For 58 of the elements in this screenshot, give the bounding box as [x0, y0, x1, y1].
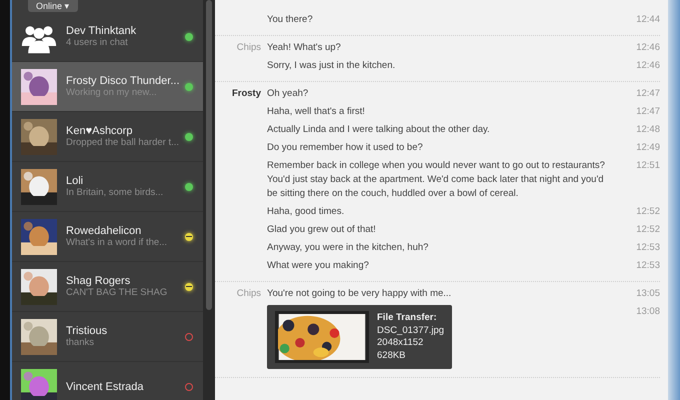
sender-name: Frosty — [232, 88, 261, 99]
message-text: You there? — [267, 14, 313, 25]
message-time: 12:46 — [635, 59, 660, 73]
message-text: Haha, good times. — [267, 206, 344, 217]
message-time: 13:05 — [635, 287, 660, 301]
contact-preview: What's in a word if the... — [66, 237, 168, 248]
contact-item[interactable]: Rowedahelicon What's in a word if the... — [12, 212, 203, 262]
sender-name: Chips — [236, 42, 261, 53]
message-time: 12:48 — [635, 123, 660, 137]
contact-name: Ken♥Ashcorp — [66, 125, 134, 137]
contact-item[interactable]: Vincent Estrada — [12, 362, 203, 400]
message-time: 12:47 — [635, 87, 660, 101]
contact-name: Tristious — [66, 325, 108, 337]
contact-name: Dev Thinktank — [66, 25, 138, 37]
contact-preview: In Britain, some birds... — [66, 187, 164, 198]
scrollbar[interactable] — [668, 0, 680, 400]
message-text: Sorry, I was just in the kitchen. — [267, 60, 396, 71]
contact-item[interactable]: Shag Rogers CAN'T BAG THE SHAG — [12, 262, 203, 312]
message-time: 12:47 — [635, 105, 660, 119]
contact-name: Vincent Estrada — [66, 380, 144, 392]
message-time: 12:44 — [635, 13, 660, 27]
contact-item[interactable]: Loli In Britain, some birds... — [12, 162, 203, 212]
message-time: 12:53 — [635, 241, 660, 255]
message-time: 12:51 — [635, 159, 660, 173]
message-time: 12:49 — [635, 141, 660, 155]
contact-preview: thanks — [66, 337, 95, 348]
file-detail: 2048x1152 — [377, 337, 424, 350]
message-text: Remember back in college when you would never want to go out to restaurants? You'd just stay back at the apartment. We'd come back later that night and you'd be sitting there on the couch, huddled over a bowl of cereal. — [267, 160, 605, 199]
message-text: Do you remember how it used to be? — [267, 142, 423, 153]
contact-preview: 4 users in chat — [66, 37, 129, 48]
file-transfer-card[interactable]: File Transfer: DSC_01377.jpg 2048x1152 628KB — [267, 305, 452, 369]
message-text: Oh yeah? — [267, 88, 308, 99]
contact-preview: Dropped the ball harder t... — [66, 137, 177, 148]
message-text: Actually Linda and I were talking about the other day. — [267, 124, 490, 135]
message-text: Yeah! What's up? — [267, 42, 341, 53]
message-text: Glad you grew out of that! — [267, 224, 376, 235]
contact-name: Rowedahelicon — [66, 225, 142, 237]
message-time: 12:46 — [635, 41, 660, 55]
status-dropdown[interactable]: Online ▾ — [28, 0, 78, 12]
message-time: 12:53 — [635, 259, 660, 273]
message-text: What were you making? — [267, 260, 369, 271]
contact-preview: CAN'T BAG THE SHAG — [66, 287, 168, 298]
file-detail: 628KB — [377, 350, 407, 362]
file-detail: DSC_01377.jpg — [377, 324, 444, 337]
message-time: 12:52 — [635, 223, 660, 237]
contact-item[interactable]: Ken♥Ashcorp Dropped the ball harder t... — [12, 112, 203, 162]
message-text: You're not going to be very happy with me... — [267, 288, 452, 299]
contact-name: Frosty Disco Thunder... — [66, 75, 177, 87]
message-text: Anyway, you were in the kitchen, huh? — [267, 242, 428, 253]
contact-name: Loli — [66, 175, 84, 187]
message-time: 12:52 — [635, 205, 660, 219]
contact-item[interactable]: Tristious thanks — [12, 312, 203, 362]
scrollbar-thumb[interactable] — [206, 0, 212, 310]
message-text: Haha, well that's a first! — [267, 106, 365, 117]
sender-name: Chips — [236, 288, 261, 299]
contact-name: Shag Rogers — [66, 275, 132, 287]
file-transfer-title: File Transfer: — [377, 312, 438, 324]
message-time: 13:08 — [635, 305, 660, 319]
